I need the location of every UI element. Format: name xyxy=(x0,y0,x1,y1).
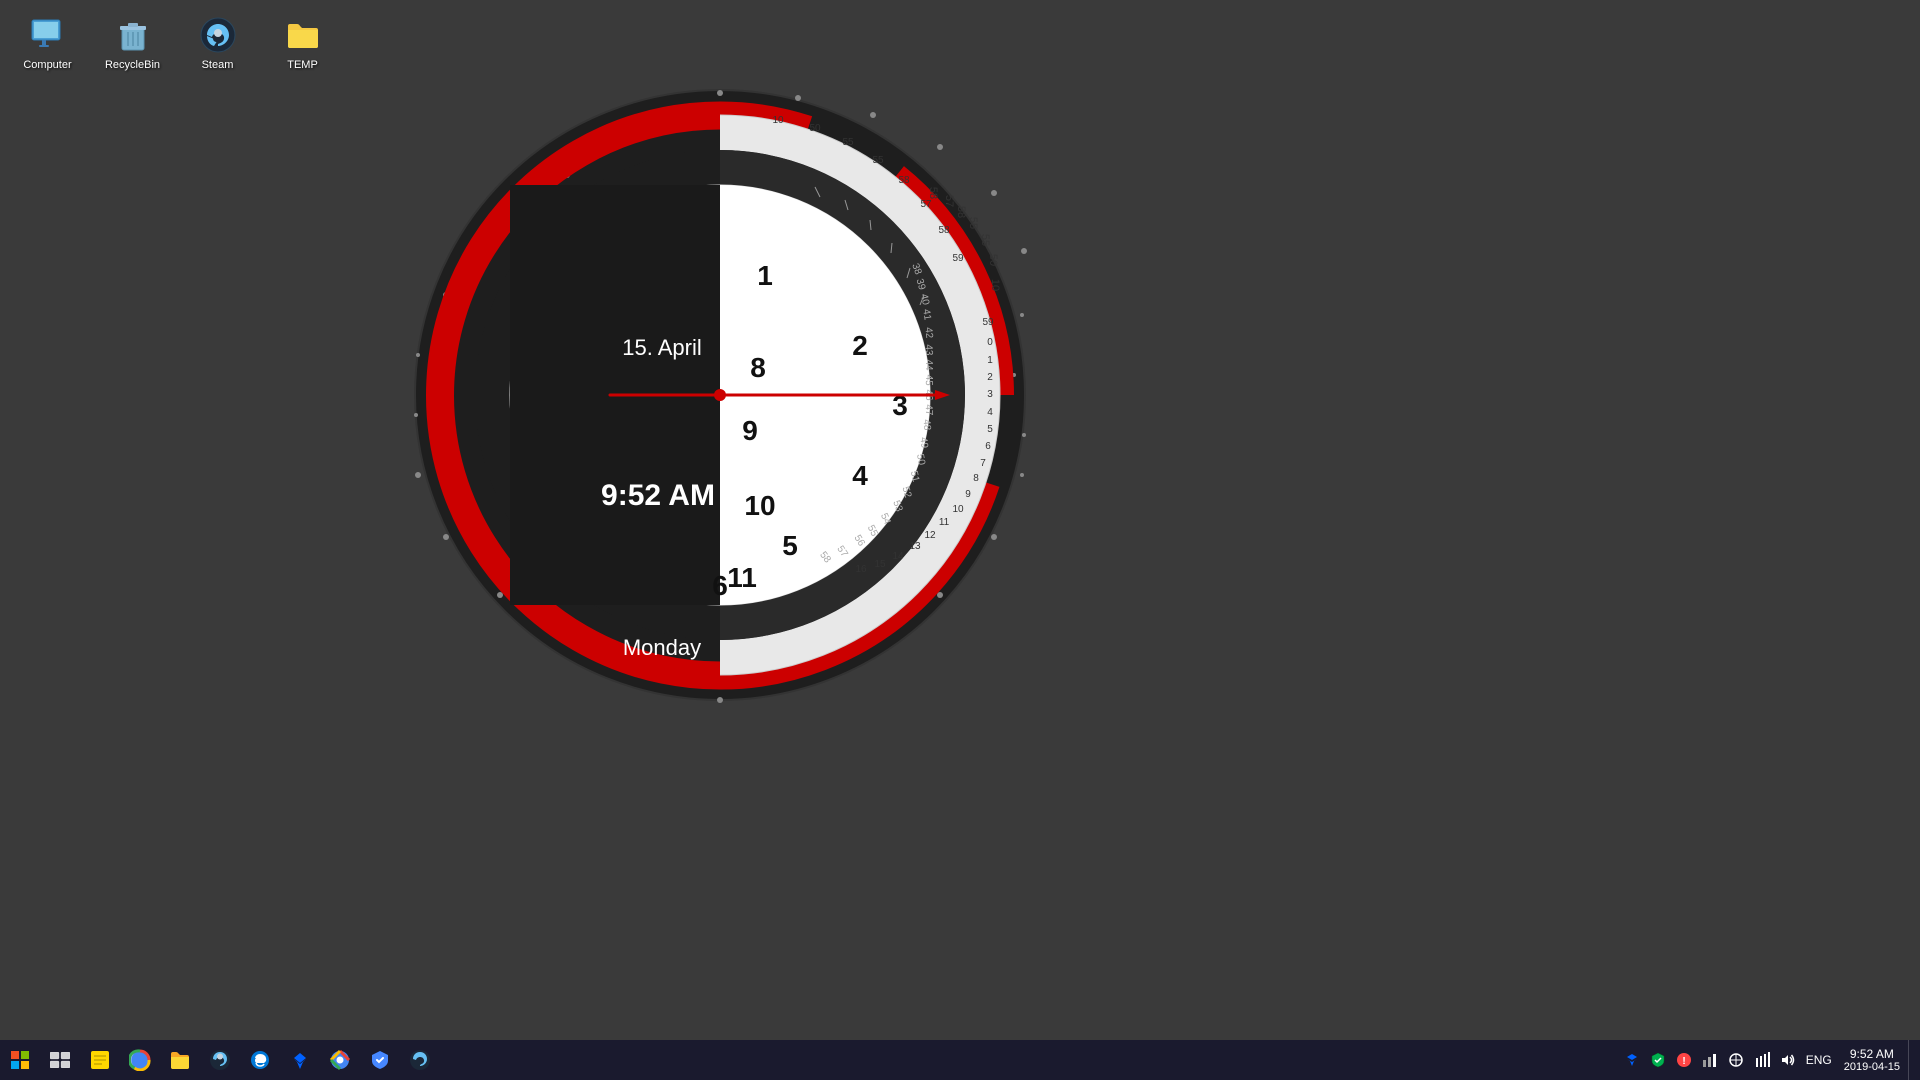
desktop-icon-computer[interactable]: Computer xyxy=(10,10,85,77)
svg-text:2: 2 xyxy=(987,372,993,383)
desktop-icon-steam[interactable]: Steam xyxy=(180,10,255,77)
svg-text:12: 12 xyxy=(924,530,936,541)
clock-date-display: 15. April xyxy=(622,335,702,360)
svg-text:50: 50 xyxy=(809,123,821,134)
svg-text:1: 1 xyxy=(757,260,773,291)
tray-network-icon[interactable] xyxy=(1698,1040,1722,1080)
taskbar-file-explorer-icon[interactable] xyxy=(160,1040,200,1080)
tray-alert-icon[interactable]: ! xyxy=(1672,1040,1696,1080)
tray-dropbox-icon[interactable] xyxy=(1620,1040,1644,1080)
svg-text:58: 58 xyxy=(955,206,967,218)
taskbar-dropbox-icon[interactable] xyxy=(280,1040,320,1080)
svg-text:55: 55 xyxy=(979,234,991,246)
svg-text:7: 7 xyxy=(980,458,986,469)
svg-text:1: 1 xyxy=(987,355,993,366)
taskbar-notes-icon[interactable] xyxy=(80,1040,120,1080)
steam-icon xyxy=(198,15,238,55)
svg-text:50: 50 xyxy=(987,254,999,266)
svg-text:57: 57 xyxy=(943,195,955,207)
svg-text:9: 9 xyxy=(742,415,758,446)
taskbar: ! xyxy=(0,1040,1920,1080)
svg-text:41: 41 xyxy=(920,308,933,321)
svg-text:15: 15 xyxy=(874,559,886,570)
taskbar-icons-group xyxy=(40,1040,440,1080)
taskbar-clock-date: 2019-04-15 xyxy=(1844,1061,1900,1073)
tray-vpn-icon[interactable] xyxy=(1724,1040,1748,1080)
svg-text:58: 58 xyxy=(898,175,910,186)
svg-text:4: 4 xyxy=(987,407,993,418)
tray-volume-icon[interactable] xyxy=(1776,1040,1800,1080)
svg-text:11: 11 xyxy=(939,517,950,528)
svg-text:48: 48 xyxy=(921,419,933,431)
tray-wifi-icon[interactable] xyxy=(1750,1040,1774,1080)
svg-text:10: 10 xyxy=(744,490,775,521)
recycle-bin-icon xyxy=(113,15,153,55)
svg-text:11: 11 xyxy=(727,562,757,593)
start-button[interactable] xyxy=(0,1040,40,1080)
temp-folder-icon xyxy=(283,15,323,55)
steam-icon-label: Steam xyxy=(202,59,234,72)
recycle-bin-label: RecycleBin xyxy=(105,59,160,72)
svg-text:13: 13 xyxy=(909,541,921,552)
clock-day-display: Monday xyxy=(623,635,701,660)
taskbar-clock[interactable]: 9:52 AM 2019-04-15 xyxy=(1838,1040,1906,1080)
svg-text:55: 55 xyxy=(842,137,854,148)
svg-text:47: 47 xyxy=(923,404,934,416)
svg-text:2: 2 xyxy=(852,330,868,361)
svg-text:!: ! xyxy=(1682,1056,1685,1067)
show-desktop-button[interactable] xyxy=(1908,1040,1916,1080)
clock-time-display: 9:52 AM xyxy=(601,479,715,512)
svg-text:3: 3 xyxy=(987,389,993,400)
tray-security-icon[interactable] xyxy=(1646,1040,1670,1080)
svg-text:59: 59 xyxy=(982,317,994,328)
computer-icon-label: Computer xyxy=(23,59,71,72)
svg-text:45: 45 xyxy=(923,374,934,386)
svg-text:10: 10 xyxy=(952,504,964,515)
svg-text:8: 8 xyxy=(750,352,766,383)
language-indicator[interactable]: ENG xyxy=(1802,1053,1836,1067)
svg-text:59: 59 xyxy=(952,253,964,264)
taskbar-browser-icon[interactable] xyxy=(120,1040,160,1080)
system-tray: ! xyxy=(1620,1040,1800,1080)
desktop-icon-recycle-bin[interactable]: RecycleBin xyxy=(95,10,170,77)
taskbar-task-view[interactable] xyxy=(40,1040,80,1080)
taskbar-right: ! xyxy=(1620,1040,1920,1080)
svg-text:6: 6 xyxy=(712,570,728,601)
svg-text:16: 16 xyxy=(855,564,867,575)
taskbar-nordvpn-icon[interactable] xyxy=(360,1040,400,1080)
svg-text:55: 55 xyxy=(872,155,884,166)
svg-text:49: 49 xyxy=(917,437,929,450)
svg-text:58: 58 xyxy=(927,187,939,199)
svg-text:43: 43 xyxy=(923,344,934,356)
temp-folder-label: TEMP xyxy=(287,59,318,72)
svg-text:0: 0 xyxy=(987,337,993,348)
taskbar-edge-icon[interactable] xyxy=(240,1040,280,1080)
svg-text:10: 10 xyxy=(989,279,1001,291)
svg-text:58: 58 xyxy=(938,225,950,236)
desktop-icons: Computer RecycleBin Steam xyxy=(10,10,340,77)
svg-text:6: 6 xyxy=(985,441,991,452)
taskbar-steam2-icon[interactable] xyxy=(400,1040,440,1080)
svg-text:42: 42 xyxy=(923,327,935,339)
svg-text:5: 5 xyxy=(782,530,798,561)
svg-text:5: 5 xyxy=(987,424,993,435)
svg-text:55: 55 xyxy=(967,217,979,229)
svg-text:4: 4 xyxy=(852,460,868,491)
svg-text:10: 10 xyxy=(772,115,784,126)
clock-widget: 10 50 55 55 58 57 58 1 xyxy=(410,85,1030,705)
taskbar-chrome-icon[interactable] xyxy=(320,1040,360,1080)
svg-text:44: 44 xyxy=(923,359,934,371)
svg-text:57: 57 xyxy=(920,199,932,210)
taskbar-steam-icon[interactable] xyxy=(200,1040,240,1080)
desktop-icon-temp[interactable]: TEMP xyxy=(265,10,340,77)
computer-icon xyxy=(28,15,68,55)
svg-text:8: 8 xyxy=(973,473,979,484)
taskbar-left xyxy=(0,1040,440,1080)
svg-text:9: 9 xyxy=(965,489,971,500)
taskbar-clock-time: 9:52 AM xyxy=(1850,1047,1894,1061)
svg-text:14: 14 xyxy=(892,551,904,562)
